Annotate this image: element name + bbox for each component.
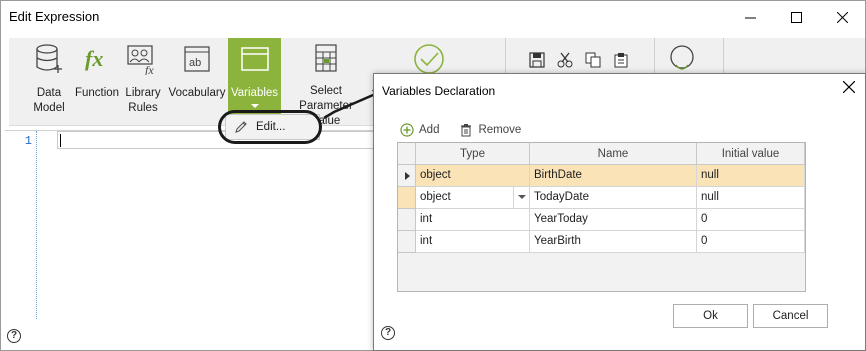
variables-declaration-dialog: Variables Declaration Add Remove Type Na… (373, 73, 866, 351)
menu-item-edit[interactable]: Edit... (228, 117, 318, 137)
variables-label: Variables (230, 87, 279, 99)
table-select-icon (309, 42, 343, 74)
close-icon (842, 80, 856, 94)
expression-editor[interactable]: 1 (5, 130, 377, 319)
vocabulary-button[interactable]: ab Vocabulary (167, 38, 227, 126)
cell-type-dropdown[interactable]: object (416, 187, 530, 209)
table-row[interactable]: int YearBirth 0 (398, 231, 805, 253)
database-add-icon (32, 42, 66, 76)
pencil-icon (234, 120, 248, 134)
cell-type[interactable]: int (416, 231, 530, 253)
data-model-label: Data Model (33, 87, 65, 114)
variables-icon (238, 42, 272, 76)
svg-text:fx: fx (85, 46, 103, 71)
row-selector[interactable] (398, 165, 416, 187)
trash-icon (459, 123, 473, 137)
cell-initial-value[interactable]: null (697, 165, 805, 187)
row-selector[interactable] (398, 231, 416, 253)
add-circle-icon (400, 123, 414, 137)
current-row-arrow-icon (405, 172, 410, 180)
table-row[interactable]: int YearToday 0 (398, 209, 805, 231)
function-label: Function (74, 87, 120, 99)
close-icon (836, 11, 848, 23)
remove-variable-button[interactable]: Remove (459, 123, 521, 137)
cell-initial-value[interactable]: null (697, 187, 805, 209)
cell-type[interactable]: int (416, 209, 530, 231)
line-gutter: 1 (5, 131, 37, 319)
maximize-icon (790, 11, 802, 23)
library-rules-label: Library Rules (125, 87, 161, 114)
paste-icon[interactable] (613, 52, 629, 68)
dialog-close-button[interactable] (842, 80, 856, 98)
cell-name[interactable]: YearBirth (530, 231, 697, 253)
check-circle-icon (412, 42, 446, 76)
cell-name[interactable]: BirthDate (530, 165, 697, 187)
vocabulary-ab-icon: ab (180, 42, 214, 76)
chevron-down-icon (250, 104, 259, 108)
dialog-title: Variables Declaration (382, 84, 496, 98)
library-rules-icon: fx (126, 42, 160, 76)
copy-icon[interactable] (585, 52, 601, 68)
row-selector[interactable] (398, 187, 416, 209)
svg-text:ab: ab (189, 57, 201, 69)
close-button[interactable] (819, 1, 865, 33)
current-line[interactable] (57, 131, 377, 149)
search-icon (666, 42, 700, 76)
function-button[interactable]: fx Function (73, 38, 121, 126)
column-header-initial-value[interactable]: Initial value (697, 143, 805, 165)
grid-header: Type Name Initial value (398, 143, 805, 165)
library-rules-button[interactable]: fx Library Rules (123, 38, 163, 126)
variables-dropdown-menu: Edit... (225, 114, 320, 140)
cell-name[interactable]: YearToday (530, 209, 697, 231)
remove-label: Remove (478, 124, 522, 136)
dialog-toolbar: Add Remove (400, 122, 541, 138)
vocabulary-label: Vocabulary (168, 87, 226, 99)
variables-button[interactable]: Variables (228, 38, 281, 126)
column-header-name[interactable]: Name (530, 143, 697, 165)
variables-grid: Type Name Initial value object BirthDate… (397, 142, 806, 292)
table-row[interactable]: object TodayDate null (398, 187, 805, 209)
add-variable-button[interactable]: Add (400, 123, 439, 137)
minimize-icon (744, 17, 756, 18)
cancel-button[interactable]: Cancel (753, 304, 828, 328)
cell-initial-value[interactable]: 0 (697, 231, 805, 253)
dialog-help-icon[interactable]: ? (381, 326, 395, 340)
line-number: 1 (24, 134, 32, 148)
row-selector[interactable] (398, 209, 416, 231)
column-header-type[interactable]: Type (416, 143, 530, 165)
title-bar: Edit Expression (1, 1, 865, 33)
minimize-button[interactable] (727, 1, 773, 33)
maximize-button[interactable] (773, 1, 819, 33)
help-icon[interactable]: ? (7, 329, 21, 343)
save-icon[interactable] (529, 52, 545, 68)
window-title: Edit Expression (9, 9, 100, 24)
menu-item-edit-label: Edit... (256, 121, 286, 133)
add-label: Add (419, 124, 440, 136)
function-fx-icon: fx (80, 42, 114, 76)
svg-text:fx: fx (145, 63, 154, 75)
cell-name[interactable]: TodayDate (530, 187, 697, 209)
table-row[interactable]: object BirthDate null (398, 165, 805, 187)
grid-corner (398, 143, 416, 165)
ok-button[interactable]: Ok (673, 304, 748, 328)
cell-type: object (420, 191, 451, 203)
cell-initial-value[interactable]: 0 (697, 209, 805, 231)
cut-icon[interactable] (557, 52, 573, 68)
cell-type[interactable]: object (416, 165, 530, 187)
text-caret (60, 134, 61, 147)
chevron-down-icon[interactable] (513, 187, 529, 208)
data-model-button[interactable]: Data Model (27, 38, 71, 126)
